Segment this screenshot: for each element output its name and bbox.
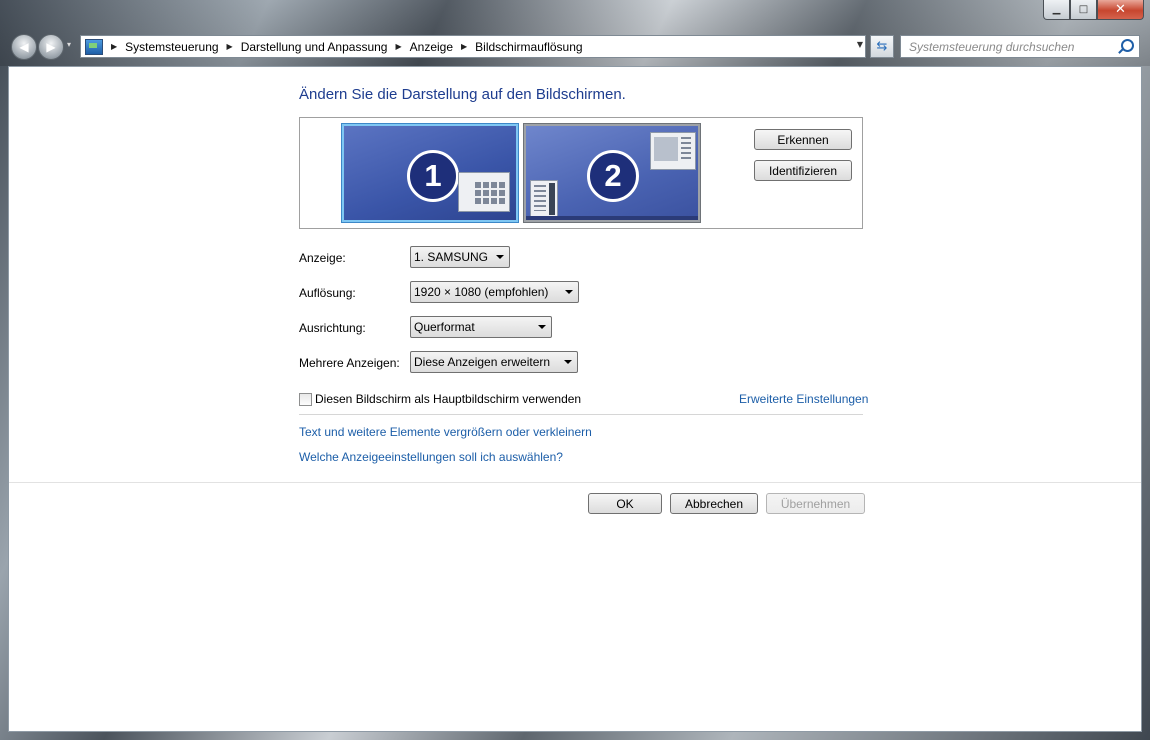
orientation-select[interactable]: Querformat (410, 316, 552, 338)
cancel-button[interactable]: Abbrechen (670, 493, 758, 514)
resolution-label: Auflösung: (299, 286, 356, 300)
menu-lines-icon (534, 185, 546, 211)
text-size-link[interactable]: Text und weitere Elemente vergrößern ode… (299, 425, 592, 439)
maximize-button[interactable]: □ (1070, 0, 1097, 20)
search-icon[interactable] (1121, 39, 1134, 52)
resolution-select[interactable]: 1920 × 1080 (empfohlen) (410, 281, 579, 303)
refresh-button[interactable]: ⇆ (870, 35, 894, 58)
display-value: 1. SAMSUNG (414, 250, 489, 264)
control-panel-icon (85, 38, 103, 55)
breadcrumb-darstellung[interactable]: Darstellung und Anpassung (241, 40, 388, 54)
menu-side-icon (549, 183, 555, 215)
chevron-down-icon (564, 360, 572, 364)
recent-pages-dropdown-icon[interactable]: ▾ (67, 40, 71, 49)
identify-button[interactable]: Identifizieren (754, 160, 852, 181)
window-lines-icon (681, 137, 691, 161)
address-bar[interactable]: ▶ Systemsteuerung ▶ Darstellung und Anpa… (80, 35, 866, 58)
taskbar (526, 216, 698, 220)
search-box[interactable] (900, 35, 1140, 58)
breadcrumb-separator-icon[interactable]: ▶ (227, 42, 233, 51)
monitor-1-window-icon (458, 172, 510, 212)
monitor-1[interactable]: 1 (342, 124, 518, 222)
caption-buttons: ▁ □ ✕ (1043, 0, 1144, 20)
breadcrumb-separator-icon[interactable]: ▶ (395, 42, 401, 51)
monitor-arrangement: 1 2 Erkennen Identifizieren (299, 117, 863, 229)
breadcrumb-separator-icon[interactable]: ▶ (111, 42, 117, 51)
orientation-label: Ausrichtung: (299, 321, 366, 335)
back-button[interactable]: ◀ (11, 34, 37, 60)
search-input[interactable] (907, 38, 1121, 55)
resolution-value: 1920 × 1080 (empfohlen) (414, 285, 549, 299)
monitor-number-2: 2 (587, 150, 639, 202)
orientation-value: Querformat (414, 320, 475, 334)
breadcrumb-anzeige[interactable]: Anzeige (410, 40, 453, 54)
grid-icon (475, 182, 505, 204)
divider (299, 414, 863, 415)
detect-button[interactable]: Erkennen (754, 129, 852, 150)
monitor-2-window-icon (650, 132, 696, 170)
start-menu-icon (530, 180, 558, 218)
address-dropdown-icon[interactable]: ▼ (857, 40, 863, 49)
close-button[interactable]: ✕ (1097, 0, 1144, 20)
ok-button[interactable]: OK (588, 493, 662, 514)
page-heading: Ändern Sie die Darstellung auf den Bilds… (299, 86, 626, 103)
footer-divider (9, 482, 1141, 483)
window-preview-icon (654, 137, 678, 161)
breadcrumb-systemsteuerung[interactable]: Systemsteuerung (125, 40, 218, 54)
breadcrumb-separator-icon[interactable]: ▶ (461, 42, 467, 51)
help-link[interactable]: Welche Anzeigeeinstellungen soll ich aus… (299, 450, 563, 464)
content-pane: Ändern Sie die Darstellung auf den Bilds… (8, 66, 1142, 732)
chevron-down-icon (565, 290, 573, 294)
display-select[interactable]: 1. SAMSUNG (410, 246, 510, 268)
display-label: Anzeige: (299, 251, 346, 265)
primary-display-checkbox[interactable] (299, 393, 312, 406)
apply-button[interactable]: Übernehmen (766, 493, 865, 514)
multiple-displays-label: Mehrere Anzeigen: (299, 356, 400, 370)
window: ▁ □ ✕ ◀ ▶ ▾ ▶ Systemsteuerung ▶ Darstell… (0, 0, 1150, 740)
chevron-down-icon (538, 325, 546, 329)
multiple-displays-value: Diese Anzeigen erweitern (414, 355, 551, 369)
chevron-down-icon (496, 255, 504, 259)
navigation-bar: ◀ ▶ ▾ ▶ Systemsteuerung ▶ Darstellung un… (8, 32, 1142, 60)
primary-display-label[interactable]: Diesen Bildschirm als Hauptbildschirm ve… (315, 392, 581, 406)
multiple-displays-select[interactable]: Diese Anzeigen erweitern (410, 351, 578, 373)
minimize-button[interactable]: ▁ (1043, 0, 1070, 20)
advanced-settings-link[interactable]: Erweiterte Einstellungen (739, 392, 868, 406)
monitor-2[interactable]: 2 (524, 124, 700, 222)
breadcrumb-bildschirmaufloesung[interactable]: Bildschirmauflösung (475, 40, 582, 54)
forward-button[interactable]: ▶ (38, 34, 64, 60)
monitor-number-1: 1 (407, 150, 459, 202)
